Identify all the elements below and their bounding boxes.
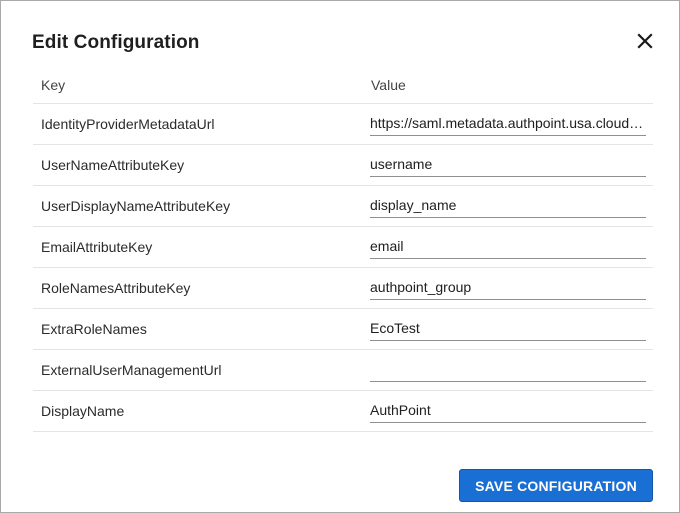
close-icon xyxy=(637,33,653,49)
row-key: RoleNamesAttributeKey xyxy=(41,280,191,296)
dialog-title: Edit Configuration xyxy=(32,32,200,53)
row-key: IdentityProviderMetadataUrl xyxy=(41,116,215,132)
user-display-name-attribute-key-field[interactable]: display_name xyxy=(370,192,646,218)
table-row: EmailAttributeKey email xyxy=(33,227,653,268)
row-key: EmailAttributeKey xyxy=(41,239,153,255)
close-button[interactable] xyxy=(632,28,658,54)
field-value: AuthPoint xyxy=(370,401,431,418)
row-key: UserNameAttributeKey xyxy=(41,157,185,173)
header-key: Key xyxy=(41,77,66,93)
user-name-attribute-key-field[interactable]: username xyxy=(370,151,646,177)
row-key: UserDisplayNameAttributeKey xyxy=(41,198,231,214)
table-row: UserNameAttributeKey username xyxy=(33,145,653,186)
table-row: ExternalUserManagementUrl xyxy=(33,350,653,391)
edit-configuration-dialog: Edit Configuration Key Value IdentityPro… xyxy=(0,0,680,513)
table-row: DisplayName AuthPoint xyxy=(33,391,653,432)
display-name-field[interactable]: AuthPoint xyxy=(370,397,646,423)
field-value: https://saml.metadata.authpoint.usa.clou… xyxy=(370,114,646,131)
row-key: DisplayName xyxy=(41,403,125,419)
external-user-management-url-field[interactable] xyxy=(370,356,646,382)
field-value: authpoint_group xyxy=(370,278,472,295)
field-value: display_name xyxy=(370,196,457,213)
row-key: ExternalUserManagementUrl xyxy=(41,362,222,378)
table-header: Key Value xyxy=(33,67,653,104)
field-value: email xyxy=(370,237,404,254)
field-value: EcoTest xyxy=(370,319,420,336)
role-names-attribute-key-field[interactable]: authpoint_group xyxy=(370,274,646,300)
configuration-table: Key Value IdentityProviderMetadataUrl ht… xyxy=(33,67,653,432)
extra-role-names-field[interactable]: EcoTest xyxy=(370,315,646,341)
table-row: RoleNamesAttributeKey authpoint_group xyxy=(33,268,653,309)
identity-provider-metadata-url-field[interactable]: https://saml.metadata.authpoint.usa.clou… xyxy=(370,110,646,136)
table-row: UserDisplayNameAttributeKey display_name xyxy=(33,186,653,227)
table-row: ExtraRoleNames EcoTest xyxy=(33,309,653,350)
email-attribute-key-field[interactable]: email xyxy=(370,233,646,259)
header-value: Value xyxy=(371,77,406,93)
save-configuration-button[interactable]: SAVE CONFIGURATION xyxy=(459,469,653,502)
table-row: IdentityProviderMetadataUrl https://saml… xyxy=(33,104,653,145)
row-key: ExtraRoleNames xyxy=(41,321,147,337)
field-value: username xyxy=(370,155,433,172)
